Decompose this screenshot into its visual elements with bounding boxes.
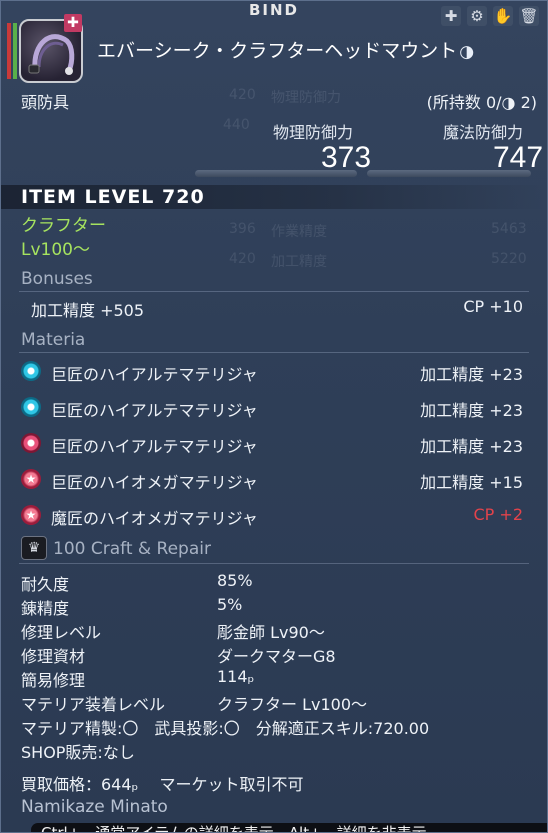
materia-value: 加工精度 +23 [420,437,523,456]
materia-name: 巨匠のハイアルテマテリジャ [51,437,258,456]
materia-melding-value: クラフター Lv100～ [217,695,368,714]
owned-count-text: (所持数 0/ [426,93,502,112]
repair-level-value: 彫金師 Lv90～ [217,623,325,642]
blue-materia-icon [21,361,41,381]
crafter-signature: Namikaze Minato [21,797,168,817]
hq-icon: ◑ [501,93,516,112]
repair-material-label: 修理資材 [21,647,86,666]
required-level: Lv100～ [21,240,90,260]
hq-icon: ◑ [459,42,475,62]
materia-name: 巨匠のハイアルテマテリジャ [51,365,258,384]
materia-value: 加工精度 +23 [420,365,523,384]
materia-name: 巨匠のハイオメガマテリジャ [51,473,258,492]
quick-repair-value: 114ₚ [217,667,255,686]
magical-defense-bar [367,170,531,177]
physical-defense-label: 物理防御力 [273,123,354,142]
key-hint-bar: Ctrl+ 通常アイテムの詳細を表示 Alt+ 詳細を非表示 [31,823,547,832]
ghost-text: 5220 [491,251,527,267]
hand-icon[interactable]: ✋ [493,6,513,26]
bonuses-heading: Bonuses [21,269,93,289]
plus-icon[interactable]: ✚ [441,6,461,26]
trash-icon[interactable]: 🗑 [519,6,539,26]
ghost-text: 420 [229,251,256,267]
ghost-text: 物理防御力 [271,90,341,106]
ghost-text: 420 [229,87,256,103]
materia-melding-label: マテリア装着レベル [21,695,166,714]
materia-name: 魔匠のハイオメガマテリジャ [51,509,258,528]
materia-value: 加工精度 +23 [420,401,523,420]
stat-bars [7,23,17,79]
owned-count-end: 2) [515,93,537,112]
owned-count: (所持数 0/◑ 2) [427,89,537,113]
star-materia-icon: ★ [21,469,41,489]
tooltip-toolbar: ✚ ⚙ ✋ 🗑 [441,6,539,26]
item-level: ITEM LEVEL 720 [21,186,205,208]
item-category: 頭防具 [21,93,70,112]
durability-label: 耐久度 [21,575,70,594]
ghost-text: 5463 [491,221,527,237]
materia-heading: Materia [21,330,86,350]
extract-info: マテリア精製:〇 武具投影:〇 分解適正スキル:720.00 [21,719,430,738]
divider [19,563,529,564]
required-class: クラフター [21,216,106,236]
crafted-mark-icon: ✚ [64,14,82,32]
divider [19,291,529,292]
materia-name: 巨匠のハイアルテマテリジャ [51,401,258,420]
ghost-text: 加工精度 [271,254,327,270]
ghost-text: 396 [229,221,256,237]
repair-material-value: ダークマターG8 [217,647,336,666]
bonus-right: CP +10 [463,297,523,316]
star-materia-icon: ★ [21,505,41,525]
magical-defense-label: 魔法防御力 [443,123,524,142]
materia-value: 加工精度 +15 [420,473,523,492]
item-name: エバーシーク・クラフターヘッドマウント ◑ [97,36,474,63]
gear-icon[interactable]: ⚙ [467,6,487,26]
quick-repair-label: 簡易修理 [21,671,86,690]
sell-price: 買取価格：644ₚ マーケット取引不可 [21,775,304,794]
divider [19,352,529,353]
spiritbond-label: 錬精度 [21,599,70,618]
blue-materia-icon [21,397,41,417]
repair-level-label: 修理レベル [21,623,102,642]
shop-sale: SHOP販売:なし [21,743,135,762]
item-name-text: エバーシーク・クラフターヘッドマウント [97,40,458,62]
ghost-text: 440 [223,117,250,133]
item-tooltip: BIND ✚ ⚙ ✋ 🗑 420 物理防御力 440 396 作業精度 5463… [0,0,548,833]
craft-repair-heading: 100 Craft & Repair [53,539,211,559]
red-materia-icon [21,433,41,453]
bonus-left: 加工精度 +505 [31,301,145,320]
ghost-text: 作業精度 [271,224,327,240]
physical-defense-bar [195,170,357,177]
spiritbond-value: 5% [217,595,243,614]
durability-value: 85% [217,571,253,590]
materia-value: CP +2 [473,505,524,524]
crown-icon: ♛ [21,536,47,560]
